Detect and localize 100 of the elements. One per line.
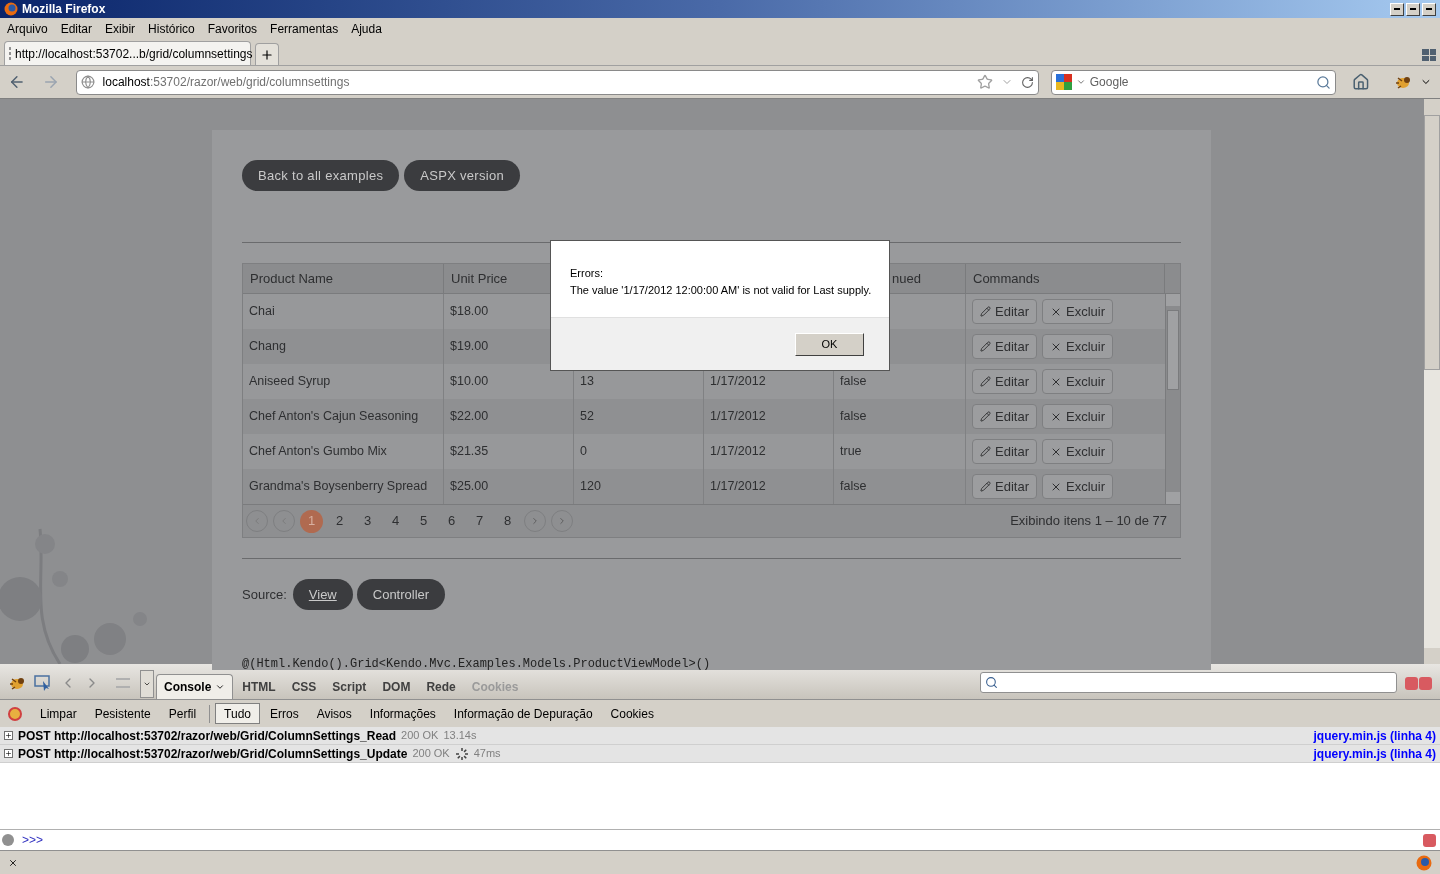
caret-icon xyxy=(215,682,226,692)
star-icon[interactable] xyxy=(976,74,993,90)
console-action[interactable]: Pesistente xyxy=(86,704,159,723)
close-icon[interactable] xyxy=(8,857,18,868)
row-action-button[interactable]: Excluir xyxy=(1041,404,1113,429)
console-filter[interactable]: Informações xyxy=(361,703,444,724)
engine-dropdown-icon[interactable] xyxy=(1075,77,1086,87)
request-line: POST http://localhost:53702/razor/web/Grid/ColumnSettings_Read xyxy=(18,727,397,745)
column-header[interactable]: Commands xyxy=(973,268,1040,289)
page-number[interactable]: 4 xyxy=(384,509,407,533)
console-filter[interactable]: Tudo xyxy=(215,703,260,724)
row-action-button[interactable]: Editar xyxy=(972,369,1037,394)
devtools-search-field[interactable] xyxy=(980,672,1397,693)
page-number[interactable]: 3 xyxy=(356,509,379,533)
grid-cell-text: false xyxy=(840,478,867,496)
pencil-icon xyxy=(980,446,991,457)
column-header[interactable]: nued xyxy=(892,268,921,289)
log-entry[interactable]: POST http://localhost:53702/razor/web/Grid/ColumnSettings_Update 200 OK 47ms jquery.min.js (linha 4) xyxy=(0,745,1440,763)
devtools-tab[interactable]: Rede xyxy=(419,674,463,699)
devtools-tab[interactable]: HTML xyxy=(235,674,283,699)
nav-button[interactable]: ASPX version xyxy=(404,160,521,191)
grid-cell-text: Chef Anton's Gumbo Mix xyxy=(249,443,387,461)
grid-cell-text: true xyxy=(840,443,862,461)
row-action-button[interactable]: Excluir xyxy=(1041,439,1113,464)
page-number[interactable]: 7 xyxy=(468,509,491,533)
inspect-icon[interactable] xyxy=(34,675,52,691)
row-action-button[interactable]: Editar xyxy=(972,439,1037,464)
back-button[interactable] xyxy=(8,73,26,91)
new-tab-button[interactable] xyxy=(255,43,279,65)
home-button[interactable] xyxy=(1352,73,1371,91)
reload-icon[interactable] xyxy=(1020,75,1034,89)
page-number[interactable]: 2 xyxy=(328,509,351,533)
source-button[interactable]: Controller xyxy=(356,579,446,610)
console-filter[interactable]: Informação de Depuração xyxy=(445,703,601,724)
row-action-button[interactable]: Excluir xyxy=(1041,474,1113,499)
column-header[interactable]: Unit Price xyxy=(451,268,508,289)
code-line: @(Html.Kendo().Grid<Kendo.Mvc.Examples.Models.ProductViewModel>() xyxy=(242,656,712,673)
tab-title: http://localhost:53702...b/grid/columnsettings xyxy=(15,45,253,63)
row-action-button[interactable]: Editar xyxy=(972,404,1037,429)
grid-cell-text: 1/17/2012 xyxy=(710,443,766,461)
menu-item[interactable]: Favoritos xyxy=(207,20,258,38)
menu-item[interactable]: Arquivo xyxy=(7,20,48,38)
command-icon[interactable] xyxy=(2,834,14,846)
dialog-message: The value '1/17/2012 12:00:00 AM' is not valid for Last supply. xyxy=(570,282,870,298)
address-field[interactable]: localhost:53702/razor/web/grid/columnsettings xyxy=(75,69,1039,95)
devtools-tab[interactable]: Script xyxy=(325,674,374,699)
row-action-button[interactable]: Editar xyxy=(972,474,1037,499)
log-entry[interactable]: POST http://localhost:53702/razor/web/Grid/ColumnSettings_Read 200 OK 13.14s jquery.min.js (linha 4) xyxy=(0,727,1440,745)
console-action[interactable]: Limpar xyxy=(32,704,85,723)
menu-item[interactable]: Ajuda xyxy=(351,20,382,38)
row-action-button[interactable]: Editar xyxy=(972,299,1037,324)
row-action-button[interactable]: Excluir xyxy=(1041,299,1113,324)
ok-button[interactable]: OK xyxy=(795,332,864,356)
source-link[interactable]: jquery.min.js (linha 4) xyxy=(1313,726,1436,745)
grid-cell-text: 13 xyxy=(580,373,594,391)
tab-groups-icon[interactable] xyxy=(1422,49,1436,61)
grid-cell-text: 120 xyxy=(580,478,601,496)
row-action-button[interactable]: Editar xyxy=(972,334,1037,359)
devtools-tab[interactable]: CSS xyxy=(284,674,324,699)
last-page-icon xyxy=(557,516,567,526)
caret-icon xyxy=(143,680,151,688)
search-field[interactable]: Google xyxy=(1050,69,1337,95)
firebug-icon[interactable] xyxy=(8,675,26,691)
column-header[interactable]: Product Name xyxy=(250,268,334,289)
expand-icon[interactable] xyxy=(4,749,13,758)
request-line: POST http://localhost:53702/razor/web/Grid/ColumnSettings_Update xyxy=(18,745,408,763)
source-link[interactable]: jquery.min.js (linha 4) xyxy=(1313,744,1436,763)
menu-item[interactable]: Histórico xyxy=(148,20,195,38)
menu-dropdown-button[interactable] xyxy=(140,670,154,698)
page-number[interactable]: 5 xyxy=(412,509,435,533)
console-filter[interactable]: Cookies xyxy=(602,703,662,724)
console-action[interactable]: Perfil xyxy=(160,704,205,723)
google-icon[interactable] xyxy=(1055,74,1072,90)
menu-item[interactable]: Exibir xyxy=(105,20,136,38)
search-icon[interactable] xyxy=(1316,74,1332,90)
break-on-errors-icon[interactable] xyxy=(8,706,22,721)
menu-item[interactable]: Editar xyxy=(60,20,93,38)
firefox-icon[interactable] xyxy=(1416,854,1432,871)
pencil-icon xyxy=(980,341,991,352)
devtools-tab[interactable]: Console xyxy=(156,674,234,699)
firebug-button[interactable] xyxy=(1394,74,1413,90)
pencil-icon xyxy=(980,481,991,492)
nav-button[interactable]: Back to all examples xyxy=(242,160,400,191)
expand-icon[interactable] xyxy=(4,731,13,740)
expand-command-button[interactable] xyxy=(1423,833,1436,847)
firefox-icon xyxy=(4,2,18,16)
console-filter[interactable]: Erros xyxy=(262,703,307,724)
page-number[interactable]: 8 xyxy=(496,509,519,533)
minimize-button[interactable] xyxy=(1390,2,1404,16)
source-button[interactable]: View xyxy=(292,579,353,610)
devtools-tab[interactable]: DOM xyxy=(375,674,418,699)
row-action-button[interactable]: Excluir xyxy=(1041,334,1113,359)
console-filter[interactable]: Avisos xyxy=(308,703,360,724)
source-label: Source: xyxy=(242,585,287,604)
browser-tab[interactable]: http://localhost:53702...b/grid/columnsettings xyxy=(4,41,251,65)
row-action-button[interactable]: Excluir xyxy=(1041,369,1113,394)
search-input[interactable]: Google xyxy=(1089,73,1313,91)
menu-item[interactable]: Ferramentas xyxy=(270,20,339,38)
window-title: Mozilla Firefox xyxy=(22,1,106,18)
page-number[interactable]: 6 xyxy=(440,509,463,533)
